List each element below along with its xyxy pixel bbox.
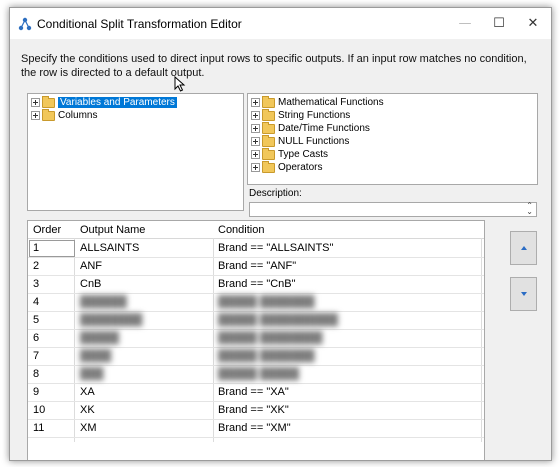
expand-icon[interactable]: [251, 98, 260, 107]
redacted-output-name: █████: [80, 332, 119, 344]
redacted-condition: █████ ████████: [218, 332, 323, 344]
move-up-button[interactable]: [510, 231, 537, 265]
tree-item-string-functions[interactable]: String Functions: [251, 108, 384, 122]
tree-item-label: Variables and Parameters: [58, 97, 177, 108]
app-icon: [18, 17, 32, 31]
redacted-condition: █████ ███████: [218, 296, 315, 308]
close-button[interactable]: ✕: [516, 8, 550, 39]
order-cell[interactable]: 3: [33, 278, 39, 290]
output-name-cell[interactable]: XK: [80, 404, 95, 416]
window-title: Conditional Split Transformation Editor: [37, 17, 242, 31]
redacted-condition: █████ ███████: [218, 350, 315, 362]
description-scroll-icon[interactable]: ⌃ ⌄: [526, 202, 533, 216]
table-row[interactable]: 9 XA Brand == "XA": [28, 383, 484, 402]
order-cell[interactable]: 6: [33, 332, 39, 344]
table-row[interactable]: 8 ███ █████ █████: [28, 365, 484, 384]
expand-icon[interactable]: [251, 111, 260, 120]
redacted-condition: █████ ██████████: [218, 314, 338, 326]
order-cell[interactable]: 7: [33, 350, 39, 362]
condition-column-header[interactable]: Condition: [218, 224, 264, 236]
table-row[interactable]: 7 ████ █████ ███████: [28, 347, 484, 366]
redacted-output-name: ███: [80, 368, 104, 380]
expand-icon[interactable]: [31, 98, 40, 107]
conditions-grid[interactable]: Order Output Name Condition 1 ALLSAINTS …: [27, 220, 485, 460]
order-column-header[interactable]: Order: [33, 224, 61, 236]
condition-cell[interactable]: Brand == "ANF": [218, 260, 296, 272]
table-row[interactable]: 5 ████████ █████ ██████████: [28, 311, 484, 330]
table-row[interactable]: 1 ALLSAINTS Brand == "ALLSAINTS": [28, 239, 484, 258]
folder-icon: [262, 121, 275, 134]
tree-item-variables-and-parameters[interactable]: Variables and Parameters: [31, 95, 177, 109]
minimize-button[interactable]: —: [448, 8, 482, 39]
folder-icon: [42, 95, 55, 108]
redacted-condition: █████ █████: [218, 368, 299, 380]
order-cell[interactable]: 9: [33, 386, 39, 398]
expand-icon[interactable]: [251, 137, 260, 146]
output-name-cell[interactable]: XM: [80, 422, 97, 434]
move-down-button[interactable]: [510, 277, 537, 311]
table-row[interactable]: 10 XK Brand == "XK": [28, 401, 484, 420]
tree-item-label: Date/Time Functions: [278, 123, 370, 134]
condition-cell[interactable]: Brand == "XK": [218, 404, 289, 416]
output-name-cell[interactable]: ANF: [80, 260, 102, 272]
condition-cell[interactable]: Brand == "CnB": [218, 278, 296, 290]
tree-item-columns[interactable]: Columns: [31, 108, 177, 122]
table-row[interactable]: 11 XM Brand == "XM": [28, 419, 484, 438]
redacted-output-name: ████: [80, 350, 112, 362]
tree-item-label: String Functions: [278, 110, 351, 121]
order-cell[interactable]: 11: [33, 422, 44, 434]
title-bar[interactable]: Conditional Split Transformation Editor …: [10, 8, 551, 39]
order-cell[interactable]: 4: [33, 296, 39, 308]
table-row[interactable]: 6 █████ █████ ████████: [28, 329, 484, 348]
folder-icon: [262, 108, 275, 121]
output-name-cell[interactable]: XA: [80, 386, 95, 398]
tree-item-null-functions[interactable]: NULL Functions: [251, 134, 384, 148]
tree-item-mathematical-functions[interactable]: Mathematical Functions: [251, 95, 384, 109]
expand-icon[interactable]: [251, 150, 260, 159]
tree-item-label: Operators: [278, 162, 323, 173]
description-field[interactable]: ⌃ ⌄: [249, 202, 537, 217]
folder-icon: [262, 160, 275, 173]
order-cell[interactable]: 10: [33, 404, 45, 416]
redacted-output-name: ██████: [80, 296, 127, 308]
expand-icon[interactable]: [31, 111, 40, 120]
functions-tree[interactable]: Mathematical Functions String Functions …: [247, 93, 538, 185]
condition-cell[interactable]: Brand == "XA": [218, 386, 289, 398]
order-cell[interactable]: 8: [33, 368, 39, 380]
redacted-output-name: ████████: [80, 314, 143, 326]
folder-icon: [42, 108, 55, 121]
folder-icon: [262, 147, 275, 160]
tree-item-label: Columns: [58, 110, 98, 121]
table-row[interactable]: 3 CnB Brand == "CnB": [28, 275, 484, 294]
table-row[interactable]: 2 ANF Brand == "ANF": [28, 257, 484, 276]
expand-icon[interactable]: [251, 124, 260, 133]
output-name-column-header[interactable]: Output Name: [80, 224, 145, 236]
tree-item-label: NULL Functions: [278, 136, 350, 147]
folder-icon: [262, 95, 275, 108]
condition-cell[interactable]: Brand == "ALLSAINTS": [218, 242, 333, 254]
variables-columns-tree[interactable]: Variables and Parameters Columns: [27, 93, 244, 211]
mouse-cursor-icon: [174, 76, 186, 92]
order-cell[interactable]: 1: [33, 242, 39, 254]
order-cell[interactable]: 5: [33, 314, 39, 326]
description-label: Description:: [249, 188, 302, 199]
tree-item-label: Type Casts: [278, 149, 329, 160]
arrow-up-icon: [520, 246, 527, 250]
tree-item-type-casts[interactable]: Type Casts: [251, 147, 384, 161]
tree-item-date-time-functions[interactable]: Date/Time Functions: [251, 121, 384, 135]
output-name-cell[interactable]: CnB: [80, 278, 101, 290]
conditional-split-editor-window: Conditional Split Transformation Editor …: [9, 7, 552, 461]
arrow-down-icon: [520, 292, 527, 296]
tree-item-label: Mathematical Functions: [278, 97, 384, 108]
expand-icon[interactable]: [251, 163, 260, 172]
maximize-button[interactable]: ☐: [482, 8, 516, 39]
order-cell[interactable]: 2: [33, 260, 39, 272]
condition-cell[interactable]: Brand == "XM": [218, 422, 291, 434]
grid-header: Order Output Name Condition: [28, 221, 484, 239]
tree-item-operators[interactable]: Operators: [251, 160, 384, 174]
output-name-cell[interactable]: ALLSAINTS: [80, 242, 139, 254]
table-row[interactable]: 4 ██████ █████ ███████: [28, 293, 484, 312]
folder-icon: [262, 134, 275, 147]
instructions-text: Specify the conditions used to direct in…: [21, 53, 527, 79]
